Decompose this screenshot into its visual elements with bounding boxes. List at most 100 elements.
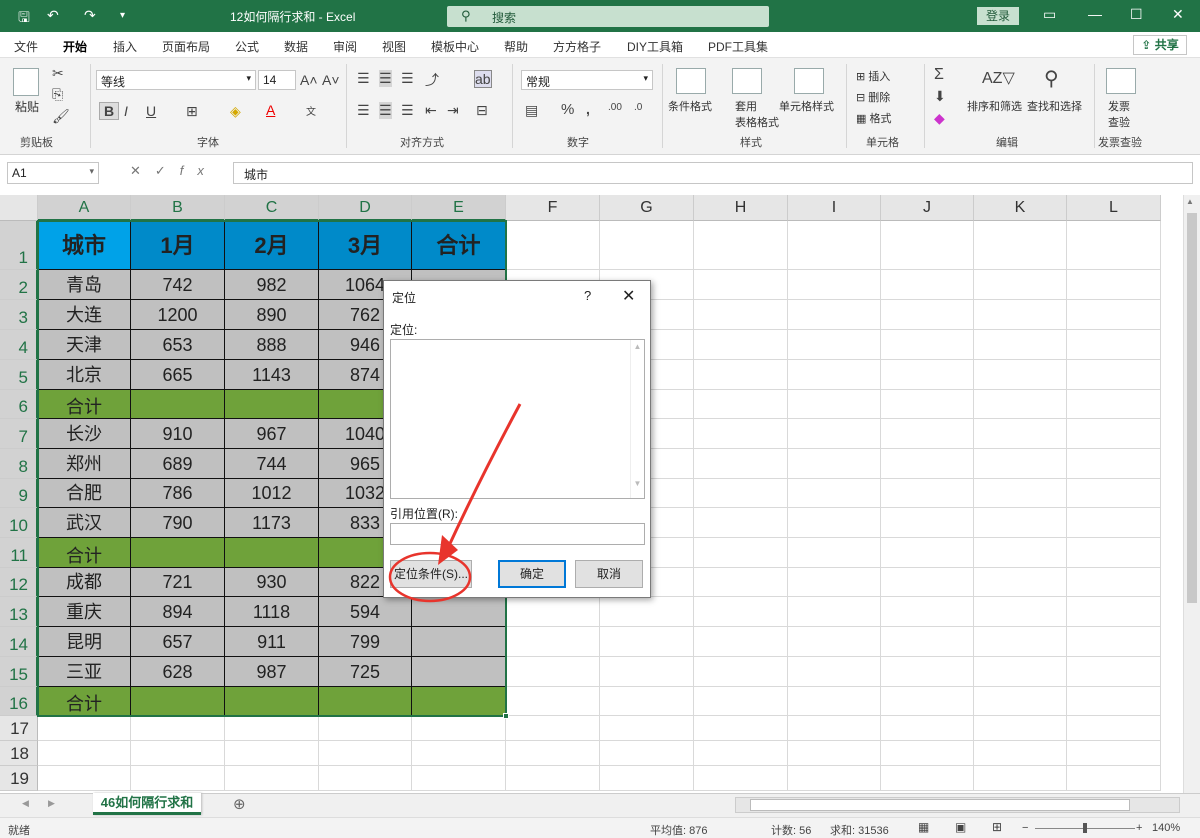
- grid-cell[interactable]: [1067, 538, 1161, 568]
- cell-styles-button[interactable]: 单元格样式: [779, 98, 834, 114]
- grid-cell[interactable]: [694, 508, 788, 538]
- grid-cell[interactable]: [694, 360, 788, 390]
- tab-review[interactable]: 审阅: [333, 38, 357, 55]
- grid-cell[interactable]: [881, 479, 974, 508]
- listbox-scrollbar[interactable]: ▲ ▼: [630, 340, 644, 498]
- grid-cell[interactable]: [881, 627, 974, 657]
- decrease-decimal-icon[interactable]: .0: [634, 102, 642, 113]
- grid-cell[interactable]: [694, 449, 788, 479]
- row-header[interactable]: 15: [0, 657, 38, 687]
- table-header-cell[interactable]: 城市: [38, 221, 131, 270]
- decrease-indent-icon[interactable]: ⇤: [425, 102, 437, 119]
- total-row-cell[interactable]: [225, 538, 319, 568]
- align-top-icon[interactable]: ☰: [357, 70, 370, 87]
- grid-cell[interactable]: [1067, 766, 1161, 791]
- grid-cell[interactable]: [881, 657, 974, 687]
- grid-cell[interactable]: [319, 766, 412, 791]
- italic-button[interactable]: I: [124, 103, 128, 119]
- percent-button[interactable]: %: [561, 101, 574, 118]
- grid-cell[interactable]: [506, 597, 600, 627]
- total-row-cell[interactable]: [412, 687, 506, 716]
- grid-cell[interactable]: [788, 657, 881, 687]
- zoom-slider-thumb[interactable]: [1083, 823, 1087, 833]
- select-all-corner[interactable]: [0, 195, 38, 221]
- total-row-cell[interactable]: [131, 687, 225, 716]
- column-header[interactable]: I: [788, 195, 881, 221]
- grid-cell[interactable]: [881, 270, 974, 300]
- delete-cells-button[interactable]: ⊟ 删除: [856, 89, 890, 105]
- grid-cell[interactable]: [694, 330, 788, 360]
- grid-cell[interactable]: [319, 741, 412, 766]
- formula-buttons[interactable]: ✕✓fx: [130, 163, 218, 179]
- next-sheet-icon[interactable]: ▶: [48, 798, 55, 809]
- grid-cell[interactable]: [506, 716, 600, 741]
- grid-cell[interactable]: [881, 687, 974, 716]
- grid-cell[interactable]: [974, 568, 1067, 597]
- row-header[interactable]: 11: [0, 538, 38, 568]
- grid-cell[interactable]: [881, 390, 974, 419]
- underline-button[interactable]: U: [146, 103, 156, 119]
- scroll-thumb[interactable]: [1187, 213, 1197, 603]
- grid-cell[interactable]: [881, 449, 974, 479]
- conditional-format-button[interactable]: 条件格式: [668, 98, 712, 114]
- grid-cell[interactable]: [225, 741, 319, 766]
- table-cell[interactable]: 1118: [225, 597, 319, 627]
- cancel-button[interactable]: 取消: [575, 560, 643, 588]
- grid-cell[interactable]: [1067, 568, 1161, 597]
- total-row-cell[interactable]: [225, 687, 319, 716]
- column-header[interactable]: K: [974, 195, 1067, 221]
- row-header[interactable]: 10: [0, 508, 38, 538]
- grid-cell[interactable]: [694, 568, 788, 597]
- login-button[interactable]: 登录: [977, 7, 1019, 25]
- ribbon-display-icon[interactable]: ▭: [1043, 6, 1056, 23]
- grid-cell[interactable]: [1067, 597, 1161, 627]
- grid-cell[interactable]: [1067, 360, 1161, 390]
- minimize-icon[interactable]: —: [1088, 6, 1102, 22]
- row-header[interactable]: 18: [0, 741, 38, 766]
- column-header[interactable]: H: [694, 195, 788, 221]
- table-cell[interactable]: 665: [131, 360, 225, 390]
- grid-cell[interactable]: [131, 741, 225, 766]
- bold-button[interactable]: B: [99, 102, 120, 120]
- zoom-level[interactable]: 140%: [1152, 822, 1180, 834]
- grid-cell[interactable]: [1067, 479, 1161, 508]
- tab-help[interactable]: 帮助: [504, 38, 528, 55]
- grid-cell[interactable]: [974, 221, 1067, 270]
- phonetic-icon[interactable]: 文: [306, 103, 316, 118]
- column-header[interactable]: L: [1067, 195, 1161, 221]
- find-select-icon[interactable]: ⚲: [1044, 66, 1059, 91]
- row-header[interactable]: 14: [0, 627, 38, 657]
- grid-cell[interactable]: [225, 716, 319, 741]
- paste-icon[interactable]: [13, 68, 39, 96]
- tab-template-center[interactable]: 模板中心: [431, 38, 479, 55]
- grid-cell[interactable]: [506, 687, 600, 716]
- grid-cell[interactable]: [694, 419, 788, 449]
- merge-center-icon[interactable]: ⊟: [476, 102, 488, 119]
- sheet-tab[interactable]: 46如何隔行求和: [93, 793, 201, 815]
- normal-view-icon[interactable]: ▦: [918, 820, 929, 834]
- table-cell[interactable]: 1143: [225, 360, 319, 390]
- grid-cell[interactable]: [974, 479, 1067, 508]
- grid-cell[interactable]: [881, 597, 974, 627]
- scroll-up-icon[interactable]: ▲: [1186, 197, 1194, 206]
- grid-cell[interactable]: [788, 300, 881, 330]
- grid-cell[interactable]: [788, 479, 881, 508]
- table-cell[interactable]: 721: [131, 568, 225, 597]
- tab-page-layout[interactable]: 页面布局: [162, 38, 210, 55]
- table-cell[interactable]: 长沙: [38, 419, 131, 449]
- grid-cell[interactable]: [600, 687, 694, 716]
- table-cell[interactable]: 930: [225, 568, 319, 597]
- grid-cell[interactable]: [881, 419, 974, 449]
- tab-formulas[interactable]: 公式: [235, 38, 259, 55]
- grid-cell[interactable]: [38, 716, 131, 741]
- column-header[interactable]: J: [881, 195, 974, 221]
- column-header[interactable]: F: [506, 195, 600, 221]
- grid-cell[interactable]: [1067, 508, 1161, 538]
- grid-cell[interactable]: [788, 419, 881, 449]
- table-cell[interactable]: 武汉: [38, 508, 131, 538]
- table-cell[interactable]: 982: [225, 270, 319, 300]
- grid-cell[interactable]: [788, 741, 881, 766]
- grid-cell[interactable]: [974, 390, 1067, 419]
- fill-handle[interactable]: [503, 713, 509, 719]
- autosum-icon[interactable]: Σ: [934, 66, 944, 84]
